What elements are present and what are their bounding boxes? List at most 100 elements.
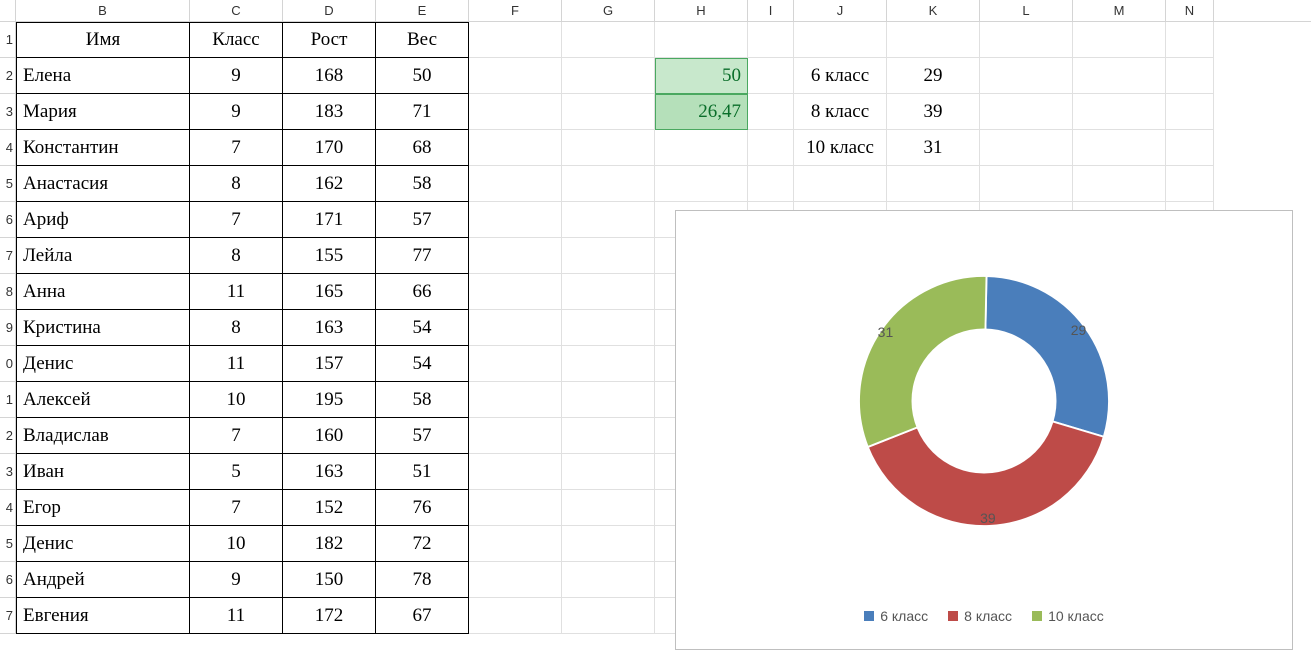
cell-G[interactable] [562, 94, 655, 130]
cell-weight[interactable]: 66 [376, 274, 469, 310]
cell-weight[interactable]: 51 [376, 454, 469, 490]
row-header[interactable]: 5 [0, 166, 16, 202]
row-header[interactable]: 4 [0, 490, 16, 526]
cell[interactable] [887, 22, 980, 58]
cell-G[interactable] [562, 490, 655, 526]
cell-name[interactable]: Иван [16, 454, 190, 490]
row-header[interactable]: 1 [0, 22, 16, 58]
cell-klass[interactable]: 10 [190, 382, 283, 418]
cell-C1[interactable]: Класс [190, 22, 283, 58]
cell-height[interactable]: 168 [283, 58, 376, 94]
cell-F[interactable] [469, 598, 562, 634]
cell-name[interactable]: Мария [16, 94, 190, 130]
cell-height[interactable]: 160 [283, 418, 376, 454]
cell-F[interactable] [469, 274, 562, 310]
cell-I[interactable] [748, 94, 794, 130]
row-header[interactable]: 6 [0, 202, 16, 238]
cell-M[interactable] [1073, 166, 1166, 202]
cell-G[interactable] [562, 598, 655, 634]
cell-name[interactable]: Константин [16, 130, 190, 166]
cell-klass[interactable]: 9 [190, 94, 283, 130]
cell-height[interactable]: 163 [283, 310, 376, 346]
cell-B1[interactable]: Имя [16, 22, 190, 58]
cell-F[interactable] [469, 238, 562, 274]
cell-height[interactable]: 165 [283, 274, 376, 310]
cell-weight[interactable]: 76 [376, 490, 469, 526]
cell-height[interactable]: 162 [283, 166, 376, 202]
cell-G[interactable] [562, 526, 655, 562]
cell-klass[interactable]: 11 [190, 274, 283, 310]
col-header-H[interactable]: H [655, 0, 748, 21]
cell-H2[interactable]: 50 [655, 58, 748, 94]
cell-klass[interactable]: 5 [190, 454, 283, 490]
cell-L[interactable] [980, 58, 1073, 94]
cell-F[interactable] [469, 202, 562, 238]
cell-summary-label[interactable]: 10 класс [794, 130, 887, 166]
cell-klass[interactable]: 11 [190, 346, 283, 382]
cell-F[interactable] [469, 454, 562, 490]
cell-klass[interactable]: 8 [190, 238, 283, 274]
col-header-L[interactable]: L [980, 0, 1073, 21]
cell-G[interactable] [562, 130, 655, 166]
row-header[interactable]: 6 [0, 562, 16, 598]
cell[interactable] [469, 22, 562, 58]
cell-weight[interactable]: 78 [376, 562, 469, 598]
cell[interactable] [794, 22, 887, 58]
row-header[interactable]: 1 [0, 382, 16, 418]
cell-height[interactable]: 170 [283, 130, 376, 166]
cell-F[interactable] [469, 310, 562, 346]
cell-L[interactable] [980, 130, 1073, 166]
cell-name[interactable]: Кристина [16, 310, 190, 346]
cell-F[interactable] [469, 490, 562, 526]
cell-F[interactable] [469, 562, 562, 598]
cell-klass[interactable]: 11 [190, 598, 283, 634]
cell-N[interactable] [1166, 130, 1214, 166]
cell-klass[interactable]: 8 [190, 310, 283, 346]
doughnut-chart[interactable]: 293931 6 класс8 класс10 класс [675, 210, 1293, 650]
row-header[interactable]: 2 [0, 418, 16, 454]
cell-klass[interactable]: 8 [190, 166, 283, 202]
cell-I[interactable] [748, 58, 794, 94]
cell-I[interactable] [748, 166, 794, 202]
cell-G[interactable] [562, 310, 655, 346]
cell-weight[interactable]: 57 [376, 418, 469, 454]
cell-weight[interactable]: 67 [376, 598, 469, 634]
cell-F[interactable] [469, 526, 562, 562]
cell-weight[interactable]: 71 [376, 94, 469, 130]
cell-summary-value[interactable]: 39 [887, 94, 980, 130]
cell-name[interactable]: Андрей [16, 562, 190, 598]
cell-name[interactable]: Ариф [16, 202, 190, 238]
col-header-D[interactable]: D [283, 0, 376, 21]
row-header[interactable]: 3 [0, 454, 16, 490]
cell-weight[interactable]: 50 [376, 58, 469, 94]
row-header[interactable]: 0 [0, 346, 16, 382]
cell-N[interactable] [1166, 58, 1214, 94]
cell-G[interactable] [562, 202, 655, 238]
cell-weight[interactable]: 58 [376, 382, 469, 418]
col-header-I[interactable]: I [748, 0, 794, 21]
cell-summary-label[interactable]: 8 класс [794, 94, 887, 130]
col-header-F[interactable]: F [469, 0, 562, 21]
cell-F[interactable] [469, 418, 562, 454]
cell-D1[interactable]: Рост [283, 22, 376, 58]
cell[interactable] [655, 22, 748, 58]
cell-height[interactable]: 183 [283, 94, 376, 130]
col-header-E[interactable]: E [376, 0, 469, 21]
cell[interactable] [1166, 22, 1214, 58]
cell[interactable] [748, 22, 794, 58]
cell-J[interactable] [794, 166, 887, 202]
row-header[interactable]: 2 [0, 58, 16, 94]
cell-H3[interactable]: 26,47 [655, 94, 748, 130]
cell-height[interactable]: 152 [283, 490, 376, 526]
cell-klass[interactable]: 7 [190, 202, 283, 238]
cell-I[interactable] [748, 130, 794, 166]
cell-H[interactable] [655, 130, 748, 166]
cell-F[interactable] [469, 130, 562, 166]
cell-F[interactable] [469, 166, 562, 202]
cell[interactable] [1073, 22, 1166, 58]
cell-klass[interactable]: 7 [190, 490, 283, 526]
cell-F[interactable] [469, 382, 562, 418]
cell-M[interactable] [1073, 58, 1166, 94]
cell-name[interactable]: Денис [16, 346, 190, 382]
cell-summary-label[interactable]: 6 класс [794, 58, 887, 94]
